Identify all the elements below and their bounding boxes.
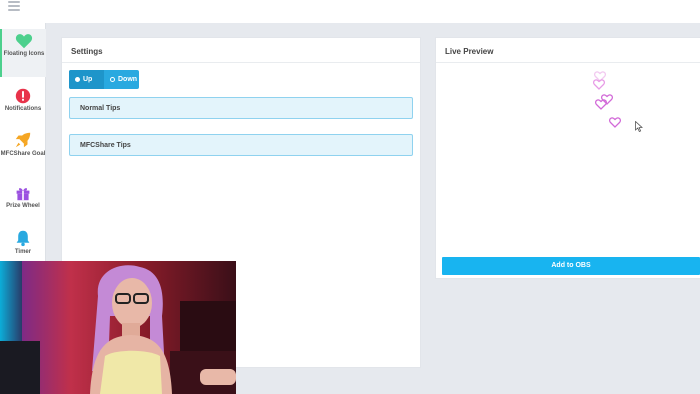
sidebar-item-label: MFCShare Goal — [0, 151, 46, 157]
heart-icon — [15, 34, 33, 49]
sidebar-item-floating-icons[interactable]: Floating Icons — [0, 29, 46, 77]
hamburger-menu-icon[interactable] — [8, 1, 20, 11]
webcam-image — [0, 261, 236, 394]
panel-title: Live Preview — [436, 38, 700, 63]
preview-canvas — [436, 63, 700, 253]
floating-heart-icon — [593, 79, 605, 90]
sidebar-item-label: Timer — [14, 249, 32, 255]
mouse-cursor-icon — [635, 121, 643, 132]
normal-tips-section[interactable]: Normal Tips — [69, 97, 413, 119]
gift-icon — [16, 188, 30, 201]
live-preview-panel: Live Preview — [435, 37, 700, 279]
sidebar-item-label: Notifications — [4, 106, 42, 112]
sidebar-item-prize-wheel[interactable]: Prize Wheel — [0, 183, 46, 231]
direction-down-label: Down — [118, 76, 138, 83]
sidebar-item-label: Floating Icons — [3, 51, 45, 57]
direction-toggle: Up Down — [69, 70, 139, 89]
direction-up-label: Up — [83, 76, 93, 83]
direction-up-option[interactable]: Up — [69, 70, 104, 89]
panel-title: Settings — [62, 38, 420, 63]
bell-icon — [16, 230, 30, 247]
top-bar — [0, 0, 700, 23]
sidebar-item-mfcshare-goal[interactable]: MFCShare Goal — [0, 130, 46, 178]
mfcshare-tips-section[interactable]: MFCShare Tips — [69, 134, 413, 156]
alert-icon — [15, 88, 31, 104]
add-to-obs-button[interactable]: Add to OBS — [442, 257, 700, 275]
webcam-overlay — [0, 261, 236, 394]
floating-heart-icon — [609, 117, 621, 128]
direction-down-option[interactable]: Down — [104, 70, 139, 89]
radio-empty-icon — [110, 77, 115, 82]
floating-heart-icon — [595, 99, 607, 110]
rocket-icon — [15, 132, 31, 148]
sidebar-item-notifications[interactable]: Notifications — [0, 85, 46, 133]
sidebar-item-label: Prize Wheel — [6, 203, 40, 209]
radio-selected-icon — [75, 77, 80, 82]
